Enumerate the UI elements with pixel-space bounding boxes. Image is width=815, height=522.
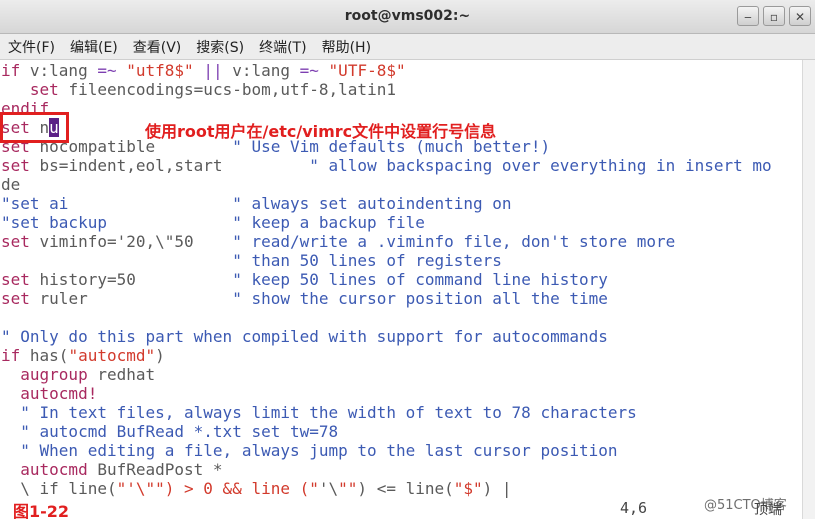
editor-line: augroup redhat (20, 365, 156, 384)
editor-line: " than 50 lines of registers (1, 251, 502, 270)
editor-line: set bs=indent,eol,start " allow backspac… (1, 156, 772, 175)
editor-line: "set ai " always set autoindenting on (1, 194, 512, 213)
title-bar: root@vms002:~ ‒ ▫ ✕ (0, 0, 815, 34)
cursor-position: 4,6 (620, 499, 648, 517)
close-button[interactable]: ✕ (789, 6, 811, 26)
minimize-button[interactable]: ‒ (737, 6, 759, 26)
editor-line: "set backup " keep a backup file (1, 213, 425, 232)
menu-terminal[interactable]: 终端(T) (259, 37, 306, 57)
highlight-box (0, 112, 69, 143)
menu-file[interactable]: 文件(F) (8, 37, 55, 57)
maximize-button[interactable]: ▫ (763, 6, 785, 26)
editor-line: " autocmd BufRead *.txt set tw=78 (1, 422, 339, 441)
editor-line: set fileencodings=ucs-bom,utf-8,latin1 (29, 80, 396, 99)
editor-line: " Only do this part when compiled with s… (1, 327, 608, 346)
editor-line: if has("autocmd") (1, 346, 165, 365)
window-controls: ‒ ▫ ✕ (737, 6, 811, 26)
scrollbar[interactable] (802, 60, 815, 519)
editor-line: de (1, 175, 21, 194)
annotation-text: 使用root用户在/etc/vimrc文件中设置行号信息 (145, 122, 497, 141)
editor-line: \ if line("'\"") > 0 && line ("'\"") <= … (1, 479, 512, 498)
editor-line: set history=50 " keep 50 lines of comman… (1, 270, 608, 289)
figure-label: 图1-22 (13, 502, 70, 521)
menu-view[interactable]: 查看(V) (133, 37, 182, 57)
editor-line: autocmd! (20, 384, 98, 403)
menu-edit[interactable]: 编辑(E) (70, 37, 118, 57)
editor-line: autocmd BufReadPost * (20, 460, 223, 479)
window-title: root@vms002:~ (344, 8, 471, 24)
editor-line: if v:lang =~ "utf8$" || v:lang =~ "UTF-8… (1, 61, 406, 80)
scroll-position: 顶端 (754, 502, 782, 518)
menu-help[interactable]: 帮助(H) (322, 37, 371, 57)
menu-search[interactable]: 搜索(S) (196, 37, 244, 57)
menu-bar: 文件(F) 编辑(E) 查看(V) 搜索(S) 终端(T) 帮助(H) (0, 34, 815, 60)
editor-line: set ruler " show the cursor position all… (1, 289, 608, 308)
editor-line: set viminfo='20,\"50 " read/write a .vim… (1, 232, 676, 251)
editor-line: " In text files, always limit the width … (1, 403, 637, 422)
editor-line: " When editing a file, always jump to th… (1, 441, 618, 460)
